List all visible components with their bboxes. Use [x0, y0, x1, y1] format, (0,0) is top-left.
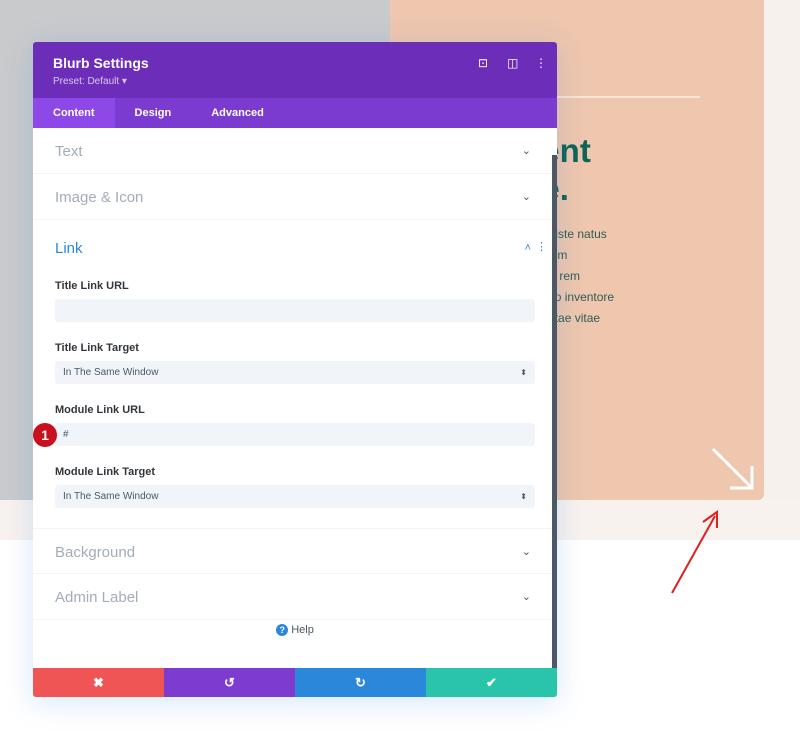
annotation-arrow-icon — [671, 510, 718, 594]
input-value: # — [63, 429, 69, 440]
more-options-icon[interactable]: ⋮ — [535, 56, 547, 70]
chevron-down-icon: ⌄ — [521, 546, 531, 558]
section-link[interactable]: Link ˄ ⋮ — [33, 220, 557, 280]
chevron-down-icon: ⌄ — [521, 145, 531, 157]
tab-advanced[interactable]: Advanced — [191, 98, 284, 128]
redo-button[interactable]: ↻ — [295, 668, 426, 697]
module-link-url-input[interactable]: 1 # — [33, 423, 535, 447]
help-link[interactable]: ? Help — [33, 624, 557, 636]
blurb-settings-modal: Blurb Settings Preset: Default ▾ ⊡ ◫ ⋮ C… — [33, 42, 557, 697]
scrollbar[interactable] — [552, 155, 557, 668]
select-arrows-icon: ⬍ — [520, 368, 527, 377]
section-background[interactable]: Background ⌄ — [33, 528, 557, 574]
fullscreen-icon[interactable]: ⊡ — [478, 56, 488, 70]
section-label: Image & Icon — [55, 189, 144, 206]
modal-title: Blurb Settings — [53, 55, 149, 71]
select-arrows-icon: ⬍ — [520, 492, 527, 501]
title-link-target-select[interactable]: In The Same Window ⬍ — [55, 361, 535, 384]
chevron-down-icon: ⌄ — [521, 591, 531, 603]
section-admin-label[interactable]: Admin Label ⌄ — [33, 574, 557, 620]
undo-button[interactable]: ↺ — [164, 668, 295, 697]
chevron-down-icon: ⌄ — [521, 191, 531, 203]
section-label: Background — [55, 544, 136, 561]
chevron-up-icon: ˄ — [524, 242, 531, 254]
title-link-url-input[interactable] — [55, 299, 535, 322]
tab-content[interactable]: Content — [33, 98, 115, 128]
step-badge: 1 — [33, 423, 57, 447]
module-link-target-select[interactable]: In The Same Window ⬍ — [55, 485, 535, 508]
select-value: In The Same Window — [63, 491, 159, 502]
section-menu-icon[interactable]: ⋮ — [536, 240, 547, 253]
section-label: Link — [55, 240, 83, 257]
section-text[interactable]: Text ⌄ — [33, 128, 557, 174]
module-link-target-label: Module Link Target — [55, 466, 156, 478]
section-label: Admin Label — [55, 589, 139, 606]
select-value: In The Same Window — [63, 367, 159, 378]
tab-bar: Content Design Advanced — [33, 98, 557, 128]
arrow-down-right-icon — [711, 447, 754, 490]
link-fields: Title Link URL Title Link Target In The … — [33, 280, 557, 508]
title-link-target-label: Title Link Target — [55, 342, 139, 354]
modal-footer: ✖ ↺ ↻ ✔ — [33, 668, 557, 697]
section-label: Text — [55, 143, 83, 160]
preset-dropdown[interactable]: Preset: Default ▾ — [53, 76, 127, 87]
module-link-url-label: Module Link URL — [55, 404, 145, 416]
divider — [550, 96, 700, 98]
split-view-icon[interactable]: ◫ — [507, 56, 518, 70]
tab-design[interactable]: Design — [115, 98, 192, 128]
section-image-icon[interactable]: Image & Icon ⌄ — [33, 174, 557, 220]
modal-header: Blurb Settings Preset: Default ▾ ⊡ ◫ ⋮ — [33, 42, 557, 98]
help-icon: ? — [276, 624, 289, 636]
help-label: Help — [291, 624, 314, 636]
cancel-button[interactable]: ✖ — [33, 668, 164, 697]
title-link-url-label: Title Link URL — [55, 280, 129, 292]
save-button[interactable]: ✔ — [426, 668, 557, 697]
